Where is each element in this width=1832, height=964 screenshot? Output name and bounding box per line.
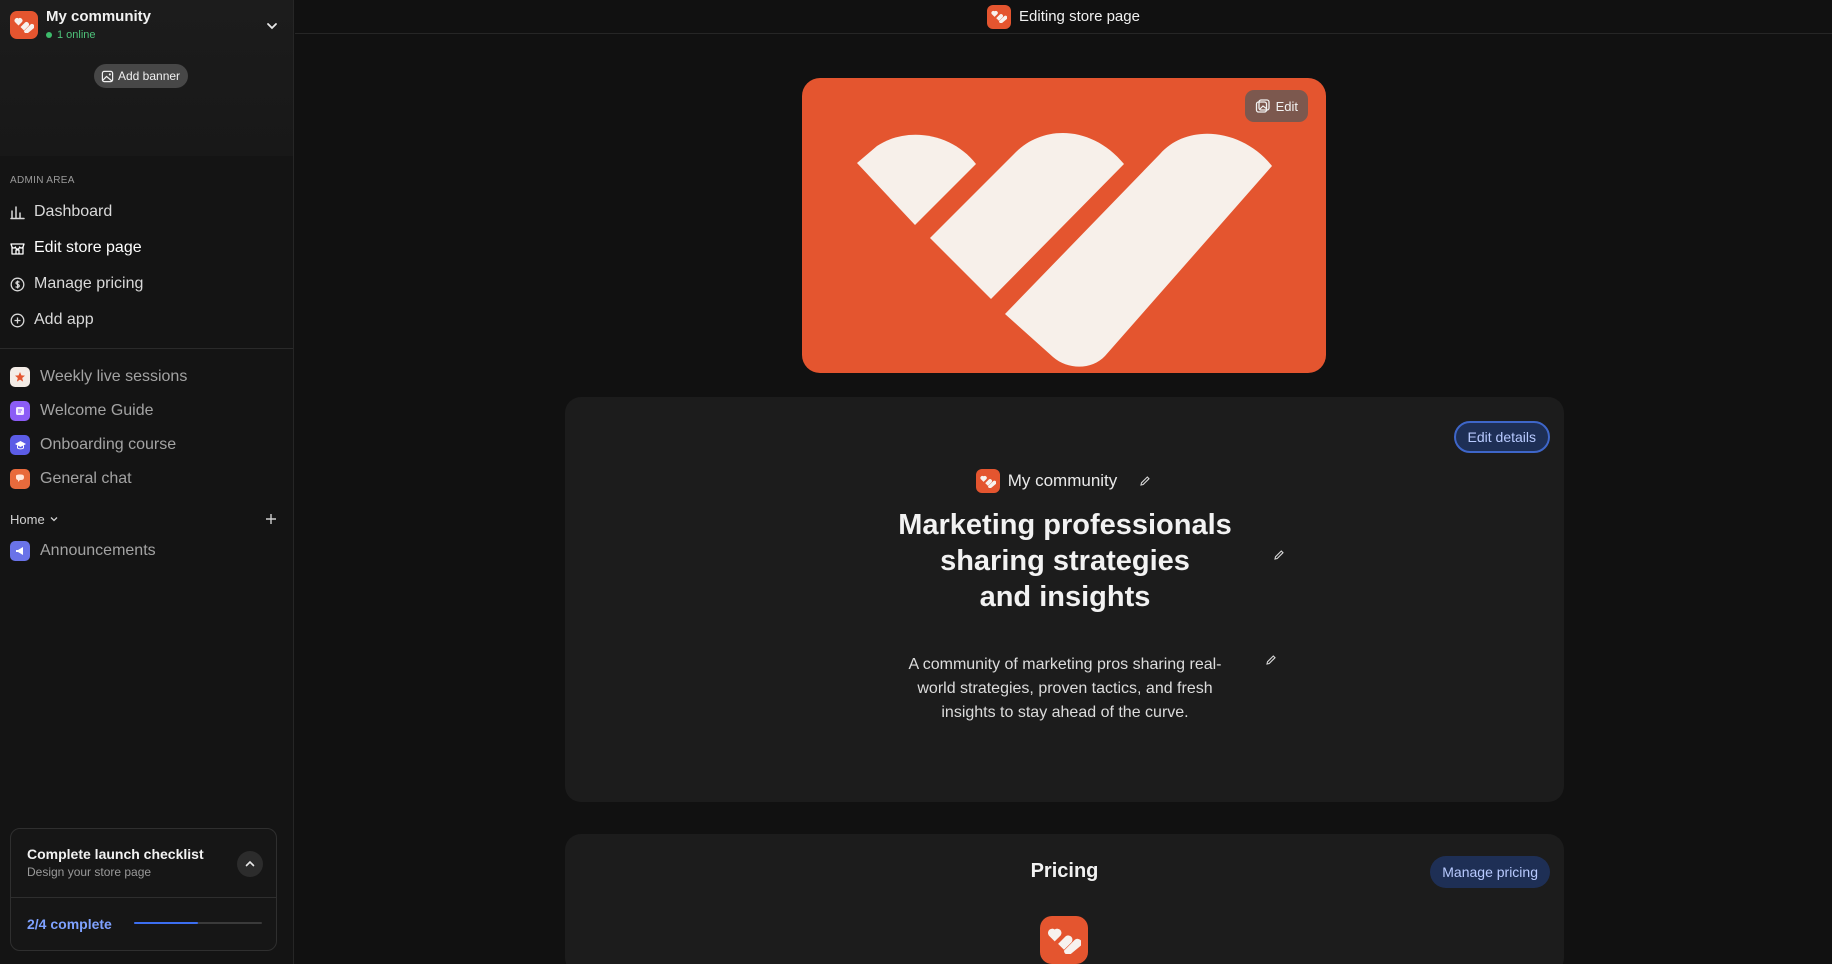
calendar-star-icon [10,367,30,387]
community-name-display: My community [1007,471,1118,490]
nav-item-label: Manage pricing [34,275,144,292]
edit-hero-button[interactable]: Edit [1244,90,1308,122]
home-group-header: Home [10,509,280,529]
nav-item-label: Edit store page [34,239,142,256]
nav-item-dashboard[interactable]: Dashboard [0,196,293,228]
sidebar-app-general-chat[interactable]: General chat [0,464,293,494]
headline-line: and insights [979,581,1151,613]
online-dot-icon [46,32,52,38]
admin-area-label: ADMIN AREA [10,175,75,186]
checklist-progress-fill [134,922,198,924]
pencil-icon[interactable] [1137,473,1153,489]
checklist-title: Complete launch checklist [27,846,204,862]
sidebar-app-onboarding-course[interactable]: Onboarding course [0,430,293,460]
chevron-up-icon[interactable] [237,851,263,877]
online-count: 1 online [57,29,96,41]
dollar-circle-icon [10,277,25,292]
nav-item-add-app[interactable]: Add app [0,304,293,336]
plus-circle-icon [10,313,25,328]
edit-details-button[interactable]: Edit details [1453,421,1550,453]
headline-line: sharing strategies [940,545,1190,577]
edit-hero-label: Edit [1275,98,1298,114]
pricing-title: Pricing [1030,860,1099,882]
top-bar: Editing store page [295,0,1832,34]
sidebar-app-announcements[interactable]: Announcements [0,536,293,566]
community-logo[interactable] [10,11,38,39]
add-banner-label: Add banner [118,69,181,83]
community-name[interactable]: My community [46,8,151,25]
app-label: Weekly live sessions [40,368,188,385]
nav-item-edit-store-page[interactable]: Edit store page [0,232,293,264]
add-banner-button[interactable]: Add banner [94,64,189,88]
headline-line: Marketing professionals [898,509,1232,541]
online-status: 1 online [46,29,96,41]
image-icon [101,70,114,82]
sidebar: My community 1 online Add banner ADMIN A… [0,0,294,964]
checklist-divider [11,897,276,898]
graduation-cap-icon [10,435,30,455]
app-label: General chat [40,470,132,487]
store-icon [10,241,25,256]
community-logo-large [857,132,1272,367]
sidebar-header: My community 1 online Add banner [0,0,293,156]
community-logo [1040,916,1088,964]
pricing-card: Pricing Manage pricing [565,834,1564,964]
pencil-icon[interactable] [1263,652,1279,668]
sidebar-app-weekly-live-sessions[interactable]: Weekly live sessions [0,362,293,392]
community-logo [987,4,1012,29]
community-logo [975,469,1000,493]
chevron-down-icon[interactable] [262,16,282,36]
store-details-card: Edit details My community Marketing prof… [565,397,1564,802]
store-hero-image: Edit [802,78,1326,373]
nav-item-manage-pricing[interactable]: Manage pricing [0,268,293,300]
checklist-subtitle: Design your store page [27,865,152,879]
nav-item-label: Dashboard [34,203,113,220]
pencil-icon[interactable] [1271,547,1287,563]
add-to-home-plus-icon[interactable] [262,510,280,528]
store-description: A community of marketing pros sharing re… [908,656,1222,721]
chat-bubble-icon [10,469,30,489]
app-label: Onboarding course [40,436,177,453]
home-group-toggle[interactable]: Home [10,512,59,527]
app-root: My community 1 online Add banner ADMIN A… [0,0,1832,964]
store-headline: Marketing professionals sharing strategi… [895,507,1235,615]
community-name-row: My community [565,469,1564,493]
megaphone-icon [10,541,30,561]
image-edit-icon [1255,98,1270,113]
checklist-progress-bar [134,922,262,924]
app-label: Announcements [40,542,156,559]
manage-pricing-button[interactable]: Manage pricing [1430,856,1550,888]
guide-icon [10,401,30,421]
sidebar-app-welcome-guide[interactable]: Welcome Guide [0,396,293,426]
nav-item-label: Add app [34,311,94,328]
chevron-down-icon [50,517,58,522]
launch-checklist: Complete launch checklist Design your st… [10,828,277,951]
home-group-label: Home [10,511,45,527]
sidebar-divider [0,348,293,349]
page-title: Editing store page [1019,8,1140,25]
app-label: Welcome Guide [40,402,154,419]
checklist-progress-label: 2/4 complete [27,916,112,932]
chart-bars-icon [10,205,25,220]
